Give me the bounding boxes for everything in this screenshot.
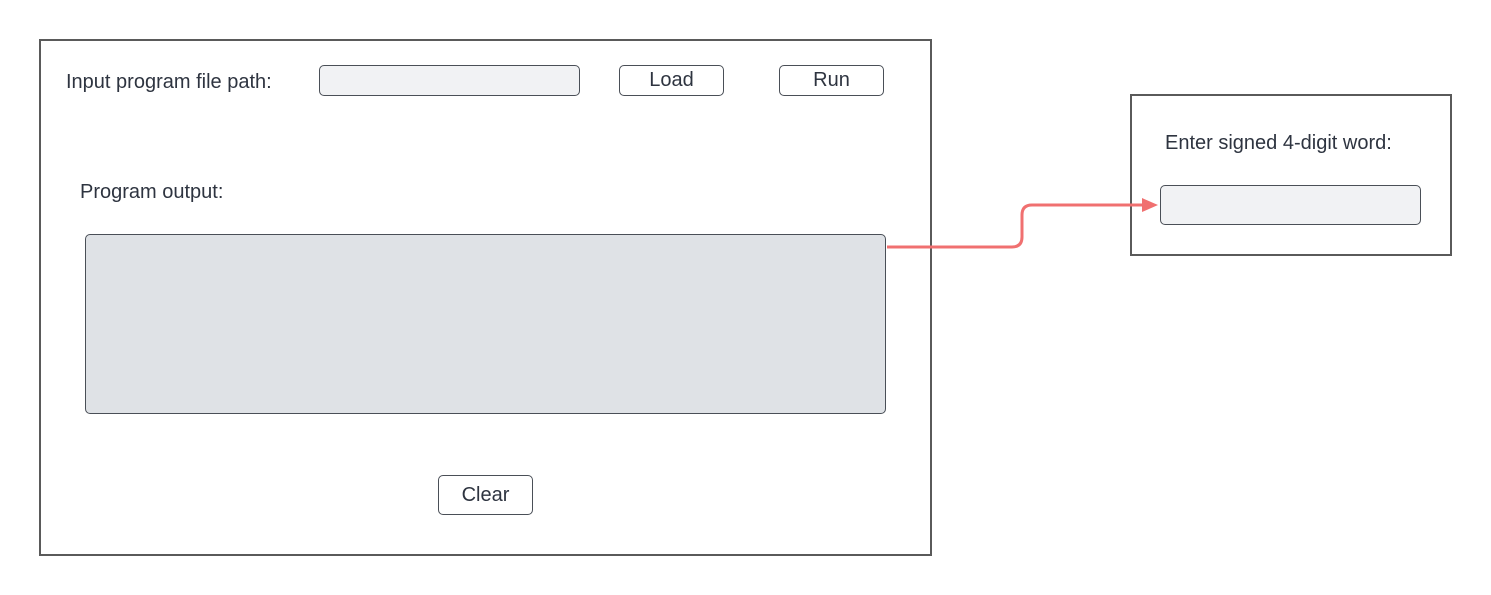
file-path-input[interactable]	[319, 65, 580, 96]
program-output-area[interactable]	[85, 234, 886, 414]
word-input[interactable]	[1160, 185, 1421, 225]
output-label: Program output:	[80, 181, 224, 203]
input-dialog-window	[1130, 94, 1452, 256]
clear-button[interactable]: Clear	[438, 475, 533, 515]
file-path-label: Input program file path:	[66, 71, 272, 93]
word-prompt-label: Enter signed 4-digit word:	[1165, 132, 1392, 154]
run-button[interactable]: Run	[779, 65, 884, 96]
load-button[interactable]: Load	[619, 65, 724, 96]
